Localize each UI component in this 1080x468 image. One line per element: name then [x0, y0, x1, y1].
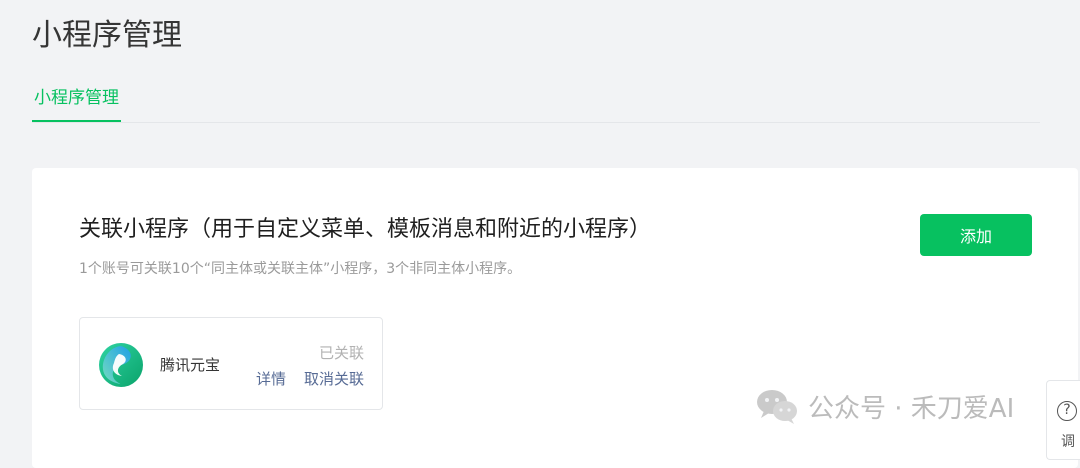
help-float-panel[interactable]: ? 调 [1046, 380, 1080, 460]
mini-program-name: 腾讯元宝 [160, 356, 221, 374]
tencent-yuanbao-logo-icon [99, 343, 143, 387]
unlink-link[interactable]: 取消关联 [304, 368, 364, 389]
tab-bar: 小程序管理 [32, 74, 1040, 123]
tab-mini-program-management[interactable]: 小程序管理 [32, 84, 121, 122]
watermark-text: 公众号 · 禾刀爱AI [808, 393, 1015, 424]
section-description: 1个账号可关联10个“同主体或关联主体”小程序，3个非同主体小程序。 [79, 261, 522, 277]
section-title: 关联小程序（用于自定义菜单、模板消息和附近的小程序） [79, 217, 652, 242]
add-button[interactable]: 添加 [920, 214, 1032, 256]
mini-program-actions: 详情 取消关联 [256, 368, 364, 389]
wechat-icon [757, 390, 797, 424]
help-icon[interactable]: ? [1057, 401, 1077, 421]
link-status: 已关联 [318, 344, 364, 362]
watermark: 公众号 · 禾刀爱AI [756, 384, 1014, 428]
mini-program-item: 腾讯元宝 已关联 详情 取消关联 [79, 317, 383, 410]
page-title: 小程序管理 [32, 18, 182, 53]
details-link[interactable]: 详情 [256, 368, 286, 389]
help-label: 调 [1061, 434, 1075, 450]
